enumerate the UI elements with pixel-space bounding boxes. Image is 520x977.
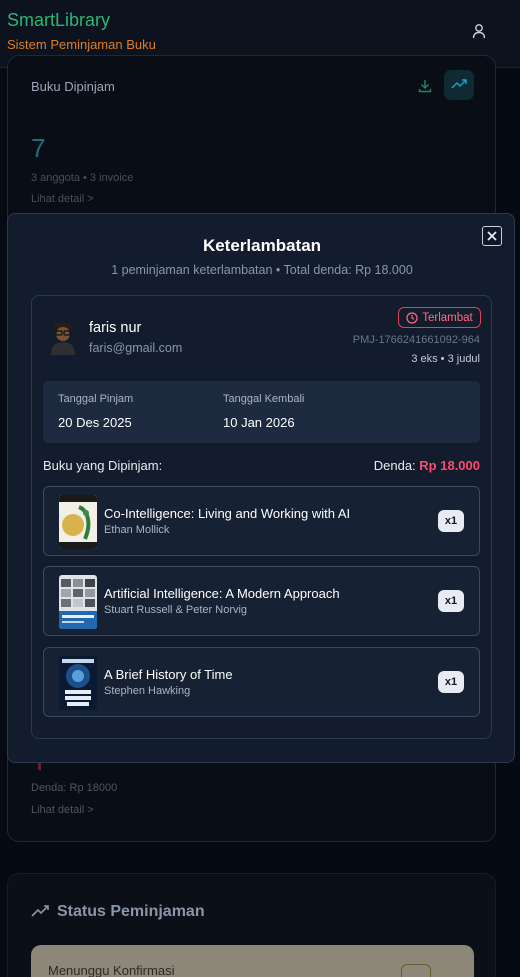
trending-up-icon xyxy=(451,79,467,89)
card-meta: 3 anggota • 3 invoice xyxy=(31,172,134,184)
book-item[interactable]: Artificial Intelligence: A Modern Approa… xyxy=(43,566,480,636)
late-loans-modal: Keterlambatan 1 peminjaman keterlambatan… xyxy=(7,213,515,763)
card-label: Buku Dipinjam xyxy=(31,79,115,94)
books-heading: Buku yang Dipinjam: xyxy=(43,458,163,473)
return-date-label: Tanggal Kembali xyxy=(223,393,305,405)
fine-summary: Denda: Rp 18000 xyxy=(31,782,118,794)
book-cover-image xyxy=(59,495,97,549)
modal-subtitle: 1 peminjaman keterlambatan • Total denda… xyxy=(111,263,413,277)
book-author: Stephen Hawking xyxy=(104,685,191,697)
status-badge: Terlambat xyxy=(398,307,481,328)
trend-button[interactable] xyxy=(444,70,474,100)
modal-title: Keterlambatan xyxy=(202,236,322,255)
borrower-email: faris@gmail.com xyxy=(89,341,183,355)
section-title: Status Peminjaman xyxy=(57,903,205,920)
trending-up-icon xyxy=(31,905,49,917)
fine-label: Denda: xyxy=(373,458,420,473)
quantity-badge: x1 xyxy=(438,510,464,532)
clock-icon xyxy=(406,311,418,324)
book-item[interactable]: A Brief History of Time Stephen Hawking … xyxy=(43,647,480,717)
book-title: A Brief History of Time xyxy=(104,667,233,682)
detail-link-late[interactable]: Lihat detail > xyxy=(31,804,94,816)
book-title: Co-Intelligence: Living and Working with… xyxy=(104,506,351,521)
detail-link[interactable]: Lihat detail > xyxy=(31,193,94,205)
book-author: Stuart Russell & Peter Norvig xyxy=(104,604,248,616)
status-count-badge xyxy=(401,964,431,977)
loan-status-section: Status Peminjaman Menunggu Konfirmasi xyxy=(7,873,496,977)
loan-card: faris nur faris@gmail.com Terlambat PMJ-… xyxy=(31,295,492,739)
status-badge-label: Terlambat xyxy=(422,311,473,324)
user-icon[interactable] xyxy=(470,22,488,40)
status-item-label: Menunggu Konfirmasi xyxy=(48,963,175,977)
dates-box: Tanggal Pinjam 20 Des 2025 Tanggal Kemba… xyxy=(43,381,480,443)
borrower-name: faris nur xyxy=(89,320,142,336)
download-icon[interactable] xyxy=(417,78,433,94)
fine-total: Denda: Rp 18.000 xyxy=(374,458,480,473)
status-item-pending[interactable]: Menunggu Konfirmasi xyxy=(31,945,474,977)
book-author: Ethan Mollick xyxy=(104,524,170,536)
book-title: Artificial Intelligence: A Modern Approa… xyxy=(104,586,340,601)
app-title[interactable]: SmartLibrary xyxy=(7,10,110,31)
book-cover-image xyxy=(59,656,97,710)
borrow-date: 20 Des 2025 xyxy=(58,415,132,430)
return-date: 10 Jan 2026 xyxy=(223,415,295,430)
book-cover-image xyxy=(59,575,97,629)
app-subtitle: Sistem Peminjaman Buku xyxy=(7,37,156,52)
loan-count: 3 eks • 3 judul xyxy=(411,353,480,365)
avatar xyxy=(51,323,75,355)
loan-id: PMJ-1766241661092-964 xyxy=(352,334,480,346)
borrowed-count: 7 xyxy=(31,133,46,163)
quantity-badge: x1 xyxy=(438,671,464,693)
fine-amount: Rp 18.000 xyxy=(419,458,480,473)
borrow-date-label: Tanggal Pinjam xyxy=(58,393,134,405)
quantity-badge: x1 xyxy=(438,590,464,612)
book-item[interactable]: Co-Intelligence: Living and Working with… xyxy=(43,486,480,556)
